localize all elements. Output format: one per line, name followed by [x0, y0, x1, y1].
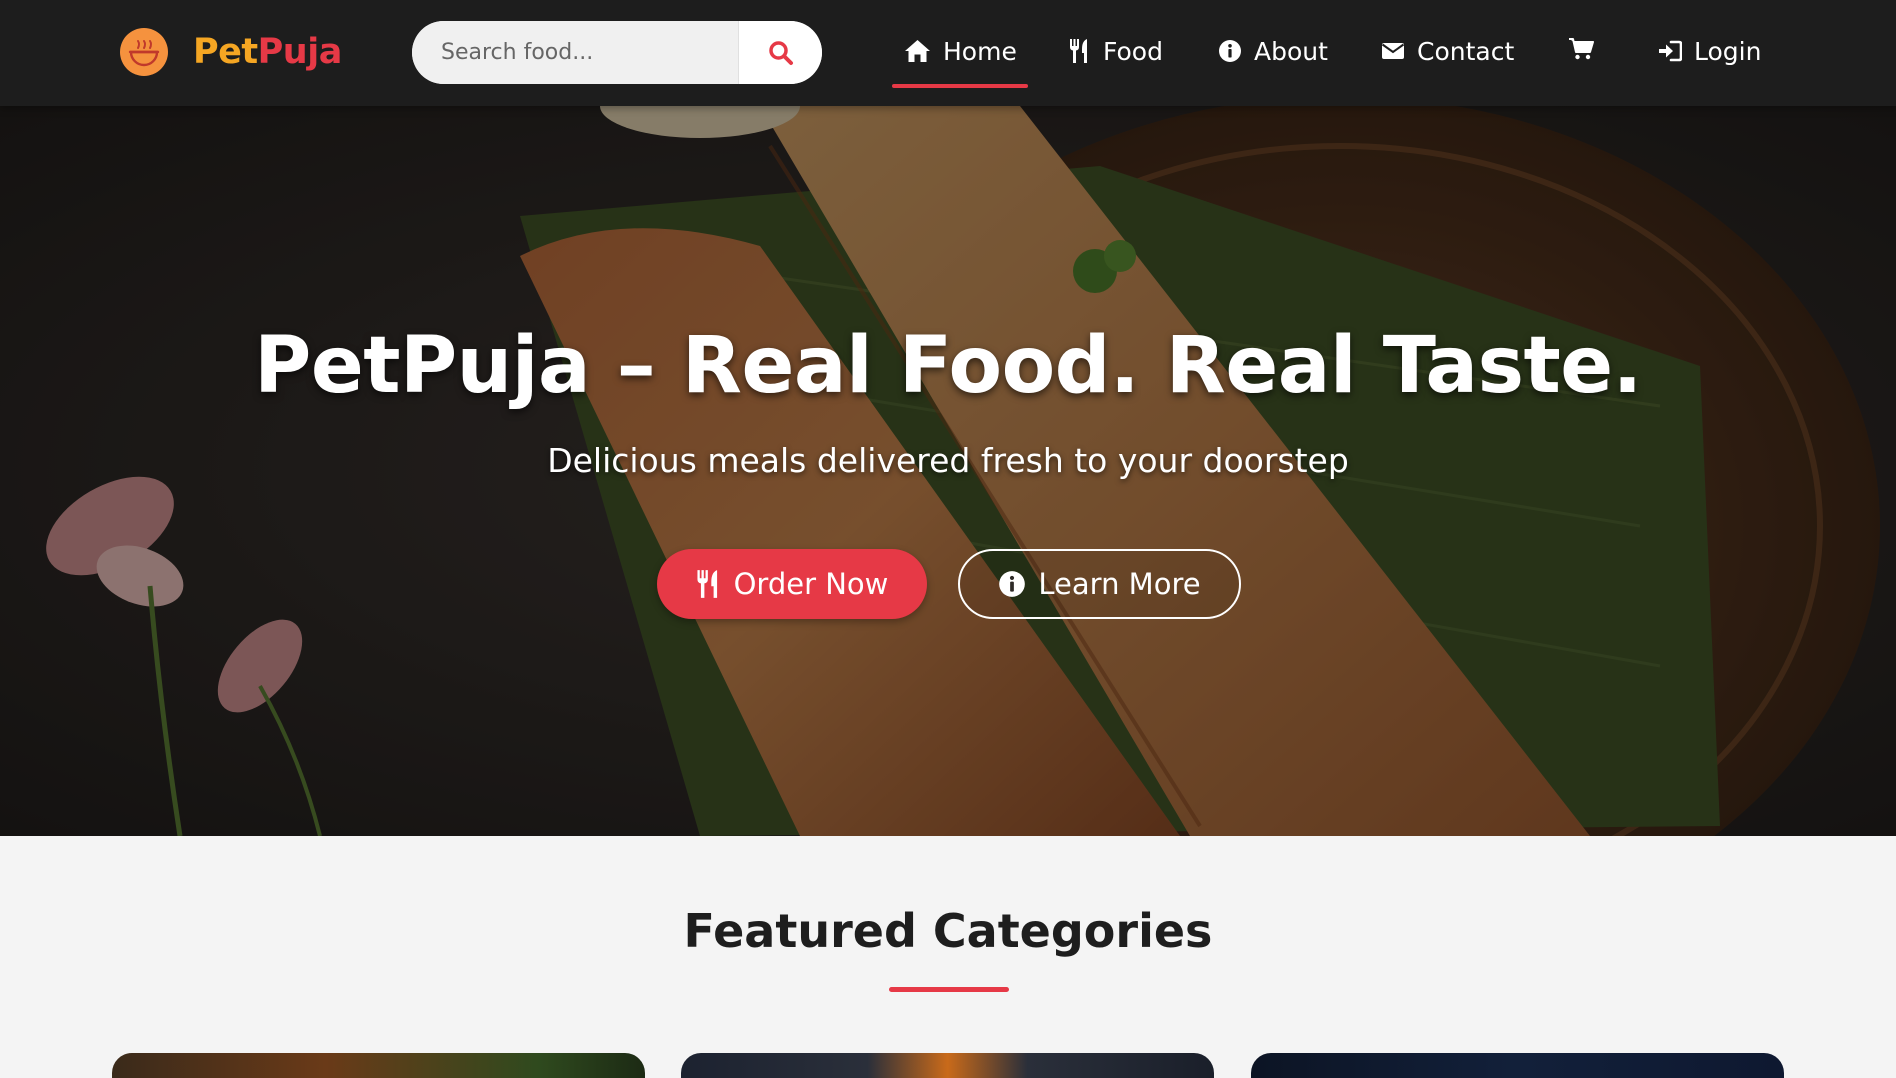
- brand-name-part1: Pet: [193, 32, 258, 72]
- hero-subtitle: Delicious meals delivered fresh to your …: [547, 441, 1349, 480]
- nav-food-label: Food: [1103, 36, 1163, 66]
- utensils-icon: [1070, 39, 1087, 63]
- nav-home-label: Home: [943, 36, 1017, 66]
- brand-name: PetPuja: [193, 32, 342, 72]
- brand-logo[interactable]: PetPuja: [120, 28, 342, 76]
- learn-more-button[interactable]: Learn More: [958, 549, 1241, 619]
- envelope-icon: [1381, 43, 1405, 59]
- nav-about-label: About: [1254, 36, 1328, 66]
- info-icon: [1219, 40, 1241, 62]
- featured-title-underline: [889, 987, 1009, 992]
- category-card[interactable]: [681, 1053, 1214, 1078]
- search-button[interactable]: [738, 21, 822, 84]
- nav-login-label: Login: [1694, 36, 1762, 66]
- learn-more-label: Learn More: [1038, 567, 1201, 601]
- brand-name-part2: Puja: [257, 32, 343, 72]
- featured-categories-title: Featured Categories: [683, 904, 1213, 958]
- order-now-label: Order Now: [733, 567, 889, 601]
- nav-contact[interactable]: Contact: [1381, 28, 1514, 74]
- hero-section: PetPuja – Real Food. Real Taste. Delicio…: [0, 106, 1896, 836]
- search-icon: [768, 40, 793, 65]
- nav-about[interactable]: About: [1218, 28, 1328, 74]
- utensils-icon: [697, 570, 717, 598]
- nav-contact-label: Contact: [1417, 36, 1515, 66]
- cart-button[interactable]: [1568, 26, 1606, 72]
- category-card[interactable]: [112, 1053, 645, 1078]
- order-now-button[interactable]: Order Now: [657, 549, 927, 619]
- navbar: PetPuja Home Food About: [0, 0, 1896, 106]
- search-bar: [412, 21, 822, 84]
- nav-food[interactable]: Food: [1069, 28, 1163, 74]
- food-bowl-icon: [120, 28, 168, 76]
- home-icon: [905, 40, 930, 62]
- search-input[interactable]: [412, 21, 738, 84]
- hero-title: PetPuja – Real Food. Real Taste.: [254, 321, 1642, 411]
- cart-icon: [1569, 38, 1594, 60]
- sign-in-icon: [1659, 40, 1682, 62]
- nav-home[interactable]: Home: [892, 28, 1028, 88]
- info-icon: [999, 571, 1026, 597]
- nav-login[interactable]: Login: [1658, 28, 1761, 74]
- category-card[interactable]: [1251, 1053, 1784, 1078]
